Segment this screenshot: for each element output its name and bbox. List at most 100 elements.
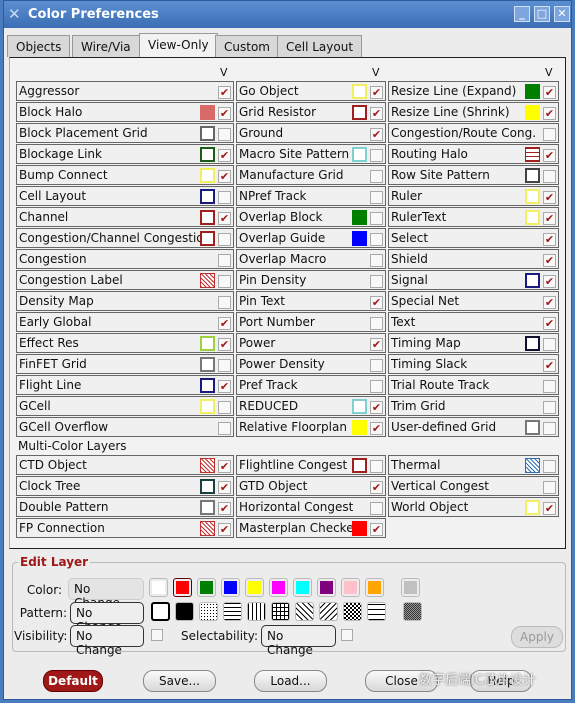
- visibility-checkbox[interactable]: [218, 191, 231, 204]
- color-swatch[interactable]: [200, 273, 215, 288]
- visibility-checkbox[interactable]: [543, 460, 556, 473]
- visibility-checkbox[interactable]: ✔: [543, 149, 556, 162]
- color-swatch[interactable]: [352, 231, 367, 246]
- color-swatch[interactable]: [200, 336, 215, 351]
- color-no-change-button[interactable]: No Change: [68, 578, 144, 610]
- visibility-checkbox[interactable]: ✔: [218, 380, 231, 393]
- apply-button[interactable]: Apply: [511, 626, 563, 648]
- visibility-checkbox[interactable]: [370, 359, 383, 372]
- color-option[interactable]: [401, 578, 420, 597]
- color-swatch[interactable]: [352, 147, 367, 162]
- layer-row[interactable]: Block Halo ✔: [16, 102, 234, 122]
- layer-row[interactable]: Pin Density: [236, 270, 386, 290]
- visibility-checkbox[interactable]: ✔: [543, 86, 556, 99]
- visibility-checkbox[interactable]: ✔: [543, 317, 556, 330]
- visibility-checkbox[interactable]: ✔: [218, 460, 231, 473]
- tab-cell-layout[interactable]: Cell Layout: [277, 35, 363, 57]
- title-bar[interactable]: ✕ Color Preferences _ □ ✕: [4, 1, 571, 28]
- visibility-checkbox[interactable]: ✔: [218, 317, 231, 330]
- layer-row[interactable]: GCell Overflow: [16, 417, 234, 437]
- layer-row[interactable]: Channel ✔: [16, 207, 234, 227]
- layer-row[interactable]: Manufacture Grid: [236, 165, 386, 185]
- visibility-checkbox[interactable]: ✔: [370, 401, 383, 414]
- layer-row[interactable]: Blockage Link ✔: [16, 144, 234, 164]
- layer-row[interactable]: Bump Connect ✔: [16, 165, 234, 185]
- color-swatch[interactable]: [200, 479, 215, 494]
- color-option[interactable]: [245, 578, 264, 597]
- minimize-button[interactable]: _: [514, 6, 530, 22]
- visibility-checkbox[interactable]: ✔: [543, 107, 556, 120]
- color-swatch[interactable]: [525, 420, 540, 435]
- color-swatch[interactable]: [525, 147, 540, 162]
- visibility-checkbox[interactable]: [370, 149, 383, 162]
- visibility-checkbox[interactable]: [218, 128, 231, 141]
- visibility-checkbox[interactable]: [370, 275, 383, 288]
- maximize-button[interactable]: □: [534, 6, 550, 22]
- layer-row[interactable]: Port Number: [236, 312, 386, 332]
- layer-row[interactable]: Routing Halo ✔: [388, 144, 559, 164]
- visibility-checkbox[interactable]: ✔: [543, 233, 556, 246]
- layer-row[interactable]: Resize Line (Expand) ✔: [388, 81, 559, 101]
- layer-row[interactable]: RulerText ✔: [388, 207, 559, 227]
- pattern-option-horizontal[interactable]: [223, 602, 242, 621]
- visibility-checkbox[interactable]: [543, 170, 556, 183]
- pattern-option-dots[interactable]: [199, 602, 218, 621]
- layer-row[interactable]: REDUCED ✔: [236, 396, 386, 416]
- pattern-no-change-button[interactable]: No Change: [70, 602, 144, 634]
- layer-row[interactable]: Macro Site Pattern: [236, 144, 386, 164]
- visibility-checkbox[interactable]: [218, 254, 231, 267]
- color-swatch[interactable]: [352, 84, 367, 99]
- pattern-option-solid[interactable]: [175, 602, 194, 621]
- visibility-checkbox[interactable]: ✔: [543, 275, 556, 288]
- tab-objects[interactable]: Objects: [7, 35, 71, 57]
- layer-row[interactable]: Pref Track: [236, 375, 386, 395]
- layer-row[interactable]: User-defined Grid: [388, 417, 559, 437]
- layer-row[interactable]: Pin Text ✔: [236, 291, 386, 311]
- visibility-checkbox[interactable]: [370, 254, 383, 267]
- color-swatch[interactable]: [525, 210, 540, 225]
- layer-row[interactable]: GTD Object ✔: [236, 476, 386, 496]
- layer-row[interactable]: Flightline Congest: [236, 455, 386, 475]
- layer-row[interactable]: FP Connection ✔: [16, 518, 234, 538]
- visibility-checkbox[interactable]: ✔: [218, 523, 231, 536]
- layer-row[interactable]: Select ✔: [388, 228, 559, 248]
- visibility-checkbox[interactable]: [218, 422, 231, 435]
- layer-row[interactable]: Congestion: [16, 249, 234, 269]
- visibility-checkbox[interactable]: ✔: [218, 338, 231, 351]
- save-button[interactable]: Save...: [143, 670, 216, 692]
- visibility-checkbox[interactable]: [218, 233, 231, 246]
- color-swatch[interactable]: [525, 458, 540, 473]
- color-option[interactable]: [197, 578, 216, 597]
- visibility-checkbox[interactable]: [218, 296, 231, 309]
- visibility-checkbox[interactable]: ✔: [218, 212, 231, 225]
- layer-row[interactable]: Flight Line ✔: [16, 375, 234, 395]
- visibility-checkbox[interactable]: [543, 380, 556, 393]
- layer-row[interactable]: Signal ✔: [388, 270, 559, 290]
- color-option[interactable]: [365, 578, 384, 597]
- layer-row[interactable]: Text ✔: [388, 312, 559, 332]
- visibility-checkbox[interactable]: ✔: [218, 149, 231, 162]
- color-swatch[interactable]: [200, 147, 215, 162]
- pattern-option-dense[interactable]: [403, 602, 422, 621]
- color-swatch[interactable]: [352, 399, 367, 414]
- close-window-button[interactable]: ✕: [554, 6, 570, 22]
- color-option[interactable]: [269, 578, 288, 597]
- layer-row[interactable]: CTD Object ✔: [16, 455, 234, 475]
- visibility-checkbox[interactable]: ✔: [370, 128, 383, 141]
- selectability-checkbox[interactable]: [341, 629, 353, 641]
- color-swatch[interactable]: [352, 210, 367, 225]
- color-option[interactable]: [149, 578, 168, 597]
- color-swatch[interactable]: [200, 210, 215, 225]
- color-swatch[interactable]: [352, 420, 367, 435]
- color-option[interactable]: [317, 578, 336, 597]
- visibility-checkbox[interactable]: ✔: [370, 481, 383, 494]
- visibility-checkbox[interactable]: ✔: [543, 502, 556, 515]
- layer-row[interactable]: Relative Floorplan ✔: [236, 417, 386, 437]
- color-swatch[interactable]: [200, 521, 215, 536]
- layer-row[interactable]: Effect Res ✔: [16, 333, 234, 353]
- tab-wire-via[interactable]: Wire/Via: [72, 35, 140, 57]
- color-swatch[interactable]: [200, 500, 215, 515]
- visibility-checkbox[interactable]: [543, 422, 556, 435]
- visibility-checkbox[interactable]: [543, 401, 556, 414]
- layer-row[interactable]: Trial Route Track: [388, 375, 559, 395]
